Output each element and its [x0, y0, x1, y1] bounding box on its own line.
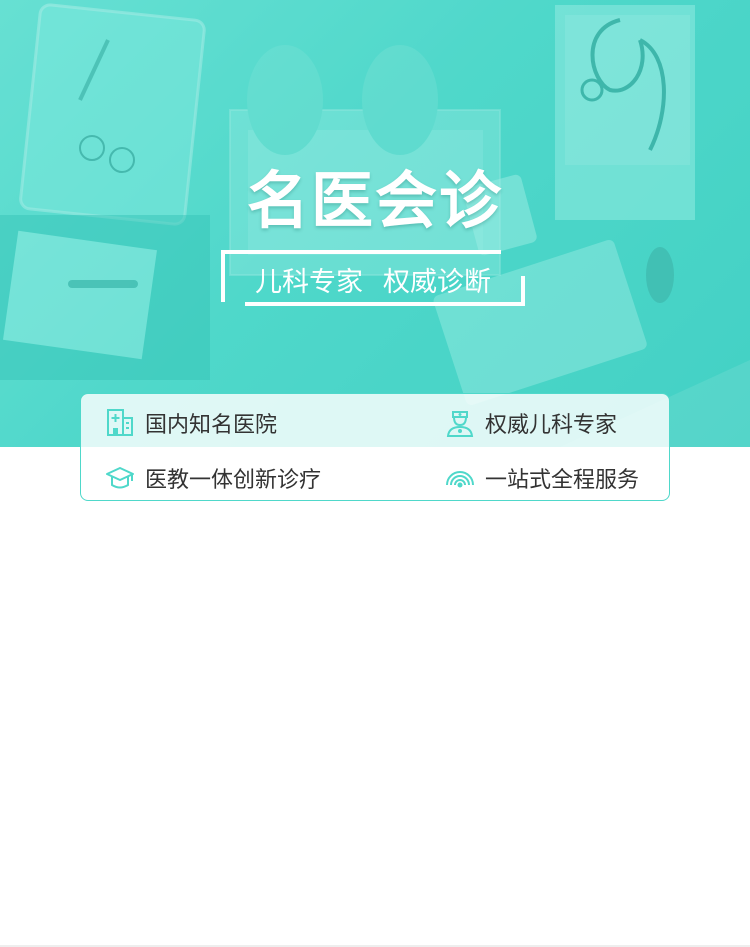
- feature-item: 医教一体创新诊疗: [105, 461, 321, 495]
- graduation-cap-icon: [106, 467, 134, 489]
- feature-label: 医教一体创新诊疗: [145, 468, 322, 493]
- doctor-icon: [446, 411, 474, 437]
- feature-item: 国内知名医院: [105, 406, 277, 440]
- feature-item: 一站式全程服务: [445, 461, 639, 495]
- signal-waves-icon: [446, 471, 474, 488]
- subtitle-authoritative-diagnosis: 权威诊断: [383, 267, 491, 298]
- subtitle-pediatric-experts: 儿科专家: [255, 267, 363, 298]
- hero-subtitle: 儿科专家 权威诊断: [221, 260, 525, 299]
- features-card: 国内知名医院 权威儿科专家 医教一体创新诊疗 一站式全程服务: [80, 393, 670, 501]
- feature-label: 权威儿科专家: [485, 413, 618, 438]
- page-title: 名医会诊: [246, 164, 503, 237]
- feature-item: 权威儿科专家: [445, 406, 617, 440]
- feature-label: 国内知名医院: [145, 413, 278, 438]
- hospital-building-icon: [107, 409, 133, 436]
- feature-label: 一站式全程服务: [485, 468, 640, 493]
- subtitle-frame: 儿科专家 权威诊断: [221, 250, 525, 306]
- hero-banner: 名医会诊 儿科专家 权威诊断: [0, 0, 750, 447]
